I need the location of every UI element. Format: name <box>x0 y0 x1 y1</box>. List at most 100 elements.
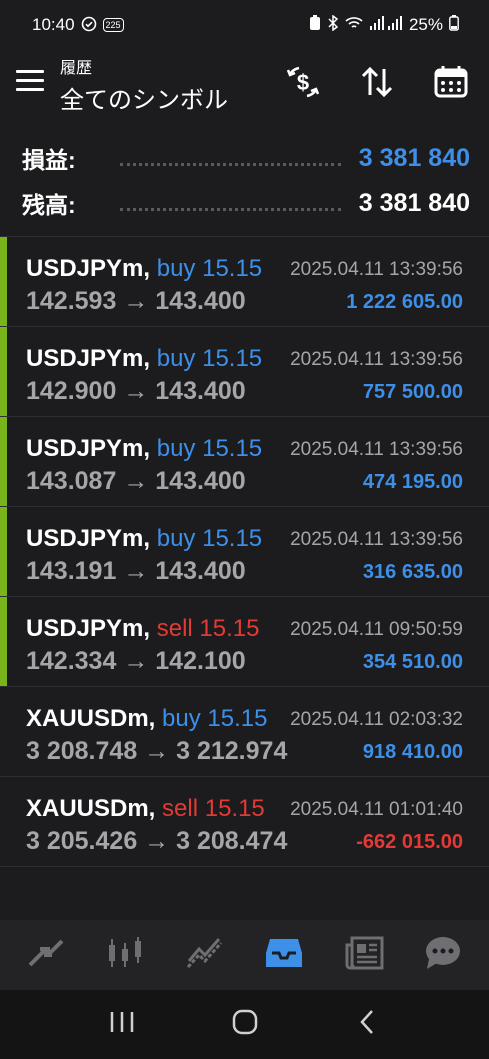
dotted-leader <box>120 207 341 211</box>
app-bar: 履歴 全てのシンボル $ <box>0 50 489 134</box>
trade-symbol: USDJPYm, buy 15.15 <box>26 525 263 552</box>
profit-value: 3 381 840 <box>358 143 470 172</box>
currency-filter-button[interactable]: $ <box>283 64 323 104</box>
bluetooth-icon <box>327 14 339 36</box>
trade-lot: 15.15 <box>202 525 263 552</box>
signal-icon <box>369 15 403 36</box>
trade-side: buy <box>162 705 201 732</box>
trade-row[interactable]: XAUUSDm, sell 15.15 2025.04.11 01:01:40 … <box>0 777 489 867</box>
trade-icon <box>185 935 225 976</box>
trade-prices: 142.334 → 142.100 <box>26 647 246 675</box>
notification-badge-icon: 225 <box>102 18 124 32</box>
news-icon <box>344 935 384 976</box>
trade-symbol: USDJPYm, buy 15.15 <box>26 435 263 462</box>
quotes-icon <box>26 935 66 976</box>
trade-lot: 15.15 <box>207 705 268 732</box>
trade-lot: 15.15 <box>204 795 265 822</box>
trade-row[interactable]: USDJPYm, buy 15.15 2025.04.11 13:39:56 1… <box>0 507 489 597</box>
trade-row[interactable]: USDJPYm, buy 15.15 2025.04.11 13:39:56 1… <box>0 417 489 507</box>
trade-time: 2025.04.11 01:01:40 <box>290 799 463 820</box>
trade-profit: -662 015.00 <box>356 831 463 853</box>
balance-value: 3 381 840 <box>358 188 470 217</box>
battery-saver-icon <box>309 14 321 36</box>
trade-row[interactable]: USDJPYm, buy 15.15 2025.04.11 13:39:56 1… <box>0 327 489 417</box>
trade-row[interactable]: USDJPYm, sell 15.15 2025.04.11 09:50:59 … <box>0 597 489 687</box>
sort-button[interactable] <box>357 64 397 104</box>
recent-apps-icon <box>109 1010 135 1039</box>
trade-side: buy <box>156 255 196 282</box>
trade-profit: 918 410.00 <box>362 741 463 763</box>
trade-symbol: XAUUSDm, buy 15.15 <box>26 705 268 732</box>
trade-lot: 15.15 <box>199 615 260 642</box>
nav-quotes[interactable] <box>16 930 76 980</box>
history-icon <box>264 935 304 976</box>
calendar-icon <box>433 64 469 105</box>
trade-prices: 3 208.748 → 3 212.974 <box>26 737 288 765</box>
trade-row[interactable]: XAUUSDm, buy 15.15 2025.04.11 02:03:32 3… <box>0 687 489 777</box>
nav-history[interactable] <box>254 930 314 980</box>
trade-side: sell <box>156 615 193 642</box>
trade-prices: 143.191 → 143.400 <box>26 557 246 585</box>
nav-chart[interactable] <box>95 930 155 980</box>
system-navigation-bar <box>0 990 489 1059</box>
trade-prices: 142.593 → 143.400 <box>26 287 246 315</box>
nav-trade[interactable] <box>175 930 235 980</box>
status-bar: 10:40 225 25% <box>0 0 489 50</box>
trade-symbol: USDJPYm, buy 15.15 <box>26 255 263 282</box>
status-time: 10:40 <box>32 15 75 34</box>
trade-time: 2025.04.11 13:39:56 <box>290 349 463 370</box>
trade-side: buy <box>156 345 196 372</box>
nav-chat[interactable] <box>413 930 473 980</box>
trade-profit: 354 510.00 <box>362 651 463 673</box>
balance-label: 残高: <box>22 192 76 218</box>
trade-symbol: USDJPYm, sell 15.15 <box>26 615 260 642</box>
trade-symbol: USDJPYm, buy 15.15 <box>26 345 263 372</box>
svg-text:$: $ <box>297 70 309 95</box>
trade-side: buy <box>156 435 196 462</box>
trade-row[interactable]: USDJPYm, buy 15.15 2025.04.11 13:39:56 1… <box>0 237 489 327</box>
header-subtitle: 履歴 <box>60 60 93 77</box>
battery-icon <box>449 14 459 36</box>
trade-profit: 1 222 605.00 <box>346 291 463 313</box>
trade-time: 2025.04.11 13:39:56 <box>290 529 463 550</box>
page-title[interactable]: 全てのシンボル <box>60 80 228 115</box>
recent-apps-button[interactable] <box>102 1005 142 1045</box>
trade-time: 2025.04.11 09:50:59 <box>290 619 463 640</box>
wifi-icon <box>345 15 363 36</box>
trade-time: 2025.04.11 02:03:32 <box>290 709 463 730</box>
dollar-exchange-icon: $ <box>284 63 322 106</box>
trade-accent-bar <box>0 237 7 326</box>
trade-time: 2025.04.11 13:39:56 <box>290 439 463 460</box>
trade-accent-bar <box>0 327 7 416</box>
trade-prices: 143.087 → 143.400 <box>26 467 246 495</box>
dotted-leader <box>120 162 341 166</box>
trade-accent-bar <box>0 417 7 506</box>
trade-side: buy <box>156 525 196 552</box>
trade-profit: 474 195.00 <box>362 471 463 493</box>
trade-side: sell <box>162 795 199 822</box>
trade-symbol: XAUUSDm, sell 15.15 <box>26 795 265 822</box>
home-icon <box>231 1008 259 1041</box>
trade-lot: 15.15 <box>202 435 263 462</box>
back-button[interactable] <box>348 1005 388 1045</box>
trade-accent-bar <box>0 597 7 686</box>
trade-lot: 15.15 <box>202 345 263 372</box>
profit-label: 損益: <box>22 147 76 173</box>
notification-badge-count: 225 <box>105 20 121 30</box>
bottom-navigation <box>0 920 489 990</box>
trade-prices: 142.900 → 143.400 <box>26 377 246 405</box>
home-button[interactable] <box>225 1005 265 1045</box>
trade-profit: 757 500.00 <box>362 381 463 403</box>
trade-time: 2025.04.11 13:39:56 <box>290 259 463 280</box>
sort-arrows-icon <box>359 64 395 105</box>
nav-news[interactable] <box>334 930 394 980</box>
chat-icon <box>423 935 463 976</box>
trade-history-list: USDJPYm, buy 15.15 2025.04.11 13:39:56 1… <box>0 236 489 867</box>
calendar-button[interactable] <box>431 64 471 104</box>
balance-summary-row: 残高: 3 381 840 <box>22 183 470 223</box>
check-circle-icon <box>81 16 97 35</box>
trade-profit: 316 635.00 <box>362 561 463 583</box>
chart-icon <box>105 935 145 976</box>
profit-summary-row: 損益: 3 381 840 <box>22 138 470 178</box>
hamburger-menu-icon[interactable] <box>16 70 44 92</box>
